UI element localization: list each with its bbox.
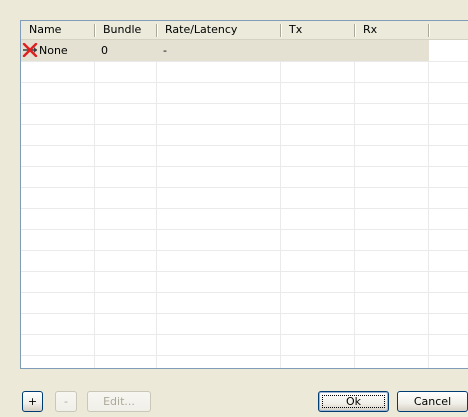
grid-line [21,103,468,104]
grid-line [428,40,429,368]
grid-line [21,208,468,209]
grid-line [21,61,468,62]
remove-button[interactable]: - [55,391,77,412]
cancel-button[interactable]: Cancel [397,391,468,412]
cell-rate-latency: - [163,44,167,57]
red-x-cross-icon [22,43,38,57]
bundles-table[interactable]: Name Bundle Rate/Latency Tx Rx None 0 - [20,20,468,369]
grid-line [21,124,468,125]
column-header-bundle[interactable]: Bundle [95,21,157,39]
row-name-text: None [39,44,68,57]
grid-line [156,40,157,368]
grid-line [21,145,468,146]
grid-line [21,229,468,230]
cell-tx [281,40,355,61]
cell-bundle: 0 [101,44,108,57]
cell-rx [355,40,429,61]
grid-line [21,334,468,335]
focus-outline [322,395,385,408]
grid-line [94,40,95,368]
grid-line [21,187,468,188]
column-divider[interactable] [428,24,430,37]
grid-line [21,292,468,293]
grid-line [21,82,468,83]
table-header: Name Bundle Rate/Latency Tx Rx [21,21,468,40]
ok-button[interactable]: Ok [318,391,389,412]
grid-line [21,355,468,356]
column-header-name[interactable]: Name [21,21,95,39]
grid-line [21,313,468,314]
grid-line [21,250,468,251]
column-header-tx[interactable]: Tx [281,21,355,39]
grid-line [21,166,468,167]
column-header-rx[interactable]: Rx [355,21,429,39]
table-row[interactable]: None 0 - [21,40,429,61]
add-button[interactable]: + [22,391,43,412]
grid-line [354,40,355,368]
column-header-rate-latency[interactable]: Rate/Latency [157,21,281,39]
grid-line [21,271,468,272]
grid-line [280,40,281,368]
edit-button[interactable]: Edit... [87,391,151,412]
cell-name: None [21,40,95,61]
